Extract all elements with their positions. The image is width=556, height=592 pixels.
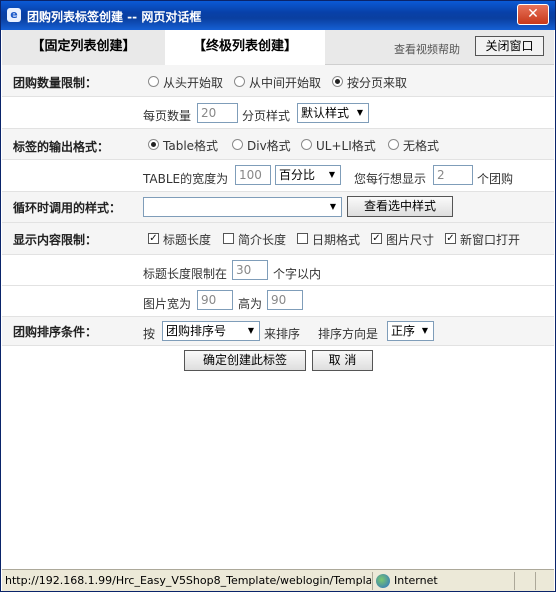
table-width-label: TABLE的宽度为 [143,172,229,186]
display-limit-row: 显示内容限制： ✓ 标题长度 简介长度 日期格式 ✓ 图片尺寸 ✓ 新窗口打开 [2,223,554,255]
per-page-label: 每页数量 [143,109,192,123]
image-width-label: 图片宽为 [143,297,192,311]
status-url: http://192.168.1.99/Hrc_Easy_V5Shop8_Tem… [5,574,371,587]
output-format-label: 标签的输出格式： [13,140,110,154]
table-width-unit-value: 百分比 [279,168,316,182]
status-divider [372,572,373,590]
loop-style-row: 循环时调用的样式： ▼ 查看选中样式 [2,192,554,223]
checkbox-intro-length-label: 简介长度 [238,233,287,247]
sort-field-select[interactable]: 团购排序号 ▼ [162,321,260,341]
title-length-row: 标题长度限制在 30 个字以内 [2,255,554,286]
title-length-input[interactable]: 30 [232,260,268,280]
loop-style-label: 循环时调用的样式： [13,201,122,215]
dialog-window: e 团购列表标签创建 -- 网页对话框 ✕ 【固定列表创建】 【终极列表创建】 … [0,0,556,592]
ie-icon: e [7,8,21,22]
output-format-row: 标签的输出格式： Table格式 Div格式 UL+LI格式 无格式 [2,129,554,160]
radio-div-format[interactable] [232,139,243,150]
radio-from-start[interactable] [148,76,159,87]
cancel-button[interactable]: 取 消 [312,350,373,371]
radio-table-format-label: Table格式 [163,139,219,153]
per-page-row: 每页数量 20 分页样式 默认样式 ▼ [2,97,554,129]
radio-by-page-label: 按分页来取 [347,76,408,90]
radio-div-format-label: Div格式 [247,139,291,153]
title-length-label: 标题长度限制在 [143,267,228,281]
paging-style-value: 默认样式 [301,106,350,120]
radio-no-format[interactable] [388,139,399,150]
close-window-button[interactable]: 关闭窗口 [475,36,544,56]
radio-ul-li-format-label: UL+LI格式 [316,139,376,153]
sort-direction-value: 正序 [391,324,416,338]
checkbox-image-size[interactable]: ✓ [371,233,382,244]
image-size-row: 图片宽为 90 高为 90 [2,286,554,317]
radio-from-start-label: 从头开始取 [163,76,224,90]
tab-fixed-list[interactable]: 【固定列表创建】 [2,30,165,65]
per-row-label: 您每行想显示 [354,172,427,186]
paging-style-label: 分页样式 [242,109,291,123]
tab-bar: 【固定列表创建】 【终极列表创建】 查看视频帮助 关闭窗口 [2,30,554,66]
chevron-down-icon: ▼ [352,105,367,121]
title-length-unit: 个字以内 [273,267,322,281]
sort-suffix: 来排序 [264,327,301,341]
quantity-limit-row: 团购数量限制： 从头开始取 从中间开始取 按分页来取 [2,65,554,97]
table-width-unit-select[interactable]: 百分比 ▼ [275,165,341,185]
display-limit-label: 显示内容限制： [13,233,98,247]
sort-row: 团购排序条件： 按 团购排序号 ▼ 来排序 排序方向是 正序 ▼ [2,317,554,346]
per-row-unit: 个团购 [477,172,514,186]
checkbox-image-size-label: 图片尺寸 [386,233,435,247]
radio-no-format-label: 无格式 [403,139,440,153]
table-width-input[interactable]: 100 [235,165,271,185]
sort-by-label: 按 [143,327,156,341]
image-width-input[interactable]: 90 [197,290,233,310]
sort-direction-label: 排序方向是 [318,327,379,341]
chevron-down-icon: ▼ [417,323,432,339]
checkbox-new-window[interactable]: ✓ [445,233,456,244]
checkbox-title-length-label: 标题长度 [163,233,212,247]
status-divider [514,572,515,590]
tab-ultimate-list[interactable]: 【终极列表创建】 [165,30,325,66]
radio-table-format[interactable] [148,139,159,150]
image-height-input[interactable]: 90 [267,290,303,310]
radio-from-middle-label: 从中间开始取 [249,76,322,90]
image-height-label: 高为 [238,297,263,311]
radio-by-page[interactable] [332,76,343,87]
paging-style-select[interactable]: 默认样式 ▼ [297,103,369,123]
radio-from-middle[interactable] [234,76,245,87]
quantity-limit-label: 团购数量限制： [13,76,98,90]
chevron-down-icon: ▼ [243,323,258,339]
checkbox-date-format[interactable] [297,233,308,244]
title-bar: e 团购列表标签创建 -- 网页对话框 ✕ [1,1,555,30]
per-row-input[interactable]: 2 [433,165,473,185]
radio-ul-li-format[interactable] [301,139,312,150]
checkbox-title-length[interactable]: ✓ [148,233,159,244]
window-close-button[interactable]: ✕ [517,4,549,25]
checkbox-new-window-label: 新窗口打开 [460,233,521,247]
chevron-down-icon: ▼ [325,199,340,215]
sort-label: 团购排序条件： [13,325,98,339]
chevron-down-icon: ▼ [324,167,339,183]
video-help-link[interactable]: 查看视频帮助 [394,41,460,57]
window-title: 团购列表标签创建 -- 网页对话框 [27,10,202,24]
status-bar: http://192.168.1.99/Hrc_Easy_V5Shop8_Tem… [2,569,554,591]
globe-icon [376,574,390,588]
per-page-input[interactable]: 20 [197,103,238,123]
sort-field-value: 团购排序号 [166,324,227,338]
status-zone: Internet [394,574,438,587]
view-style-button[interactable]: 查看选中样式 [347,196,453,217]
checkbox-intro-length[interactable] [223,233,234,244]
loop-style-select[interactable]: ▼ [143,197,342,217]
status-divider [535,572,536,590]
sort-direction-select[interactable]: 正序 ▼ [387,321,434,341]
confirm-create-button[interactable]: 确定创建此标签 [184,350,306,371]
table-width-row: TABLE的宽度为 100 百分比 ▼ 您每行想显示 2 个团购 [2,160,554,192]
checkbox-date-format-label: 日期格式 [312,233,361,247]
